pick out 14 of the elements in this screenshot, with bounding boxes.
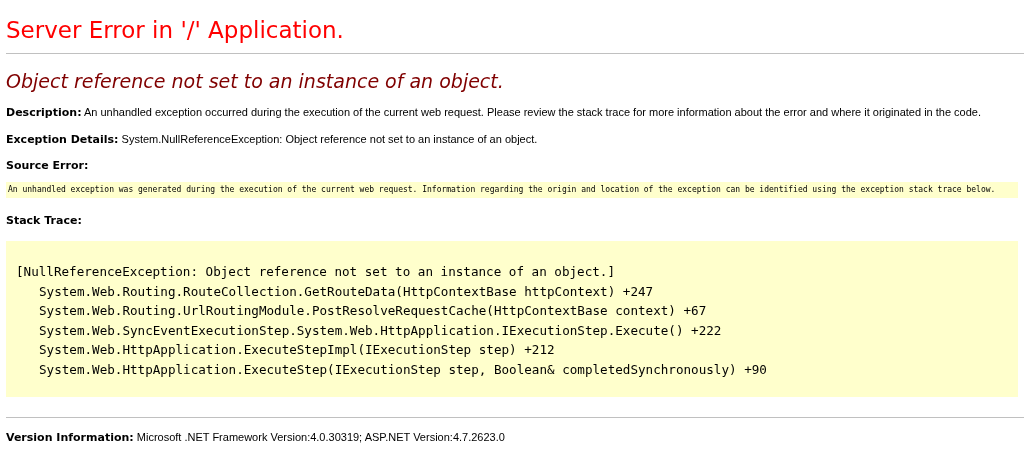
stack-trace-line: System.Web.Routing.UrlRoutingModule.PostResolveRequestCache(HttpContextBase context) +67 [38,302,708,320]
stack-trace-line: System.Web.HttpApplication.ExecuteStep(IExecutionStep step, Boolean& completedSynchronously) +90 [38,360,768,379]
description-text: Description: An unhandled exception occurred during the execution of the current web request. Please review the stack trace for more information about the error and where it originated in the code. [6,105,983,120]
stack-trace-line: System.Web.Routing.RouteCollection.GetRouteData(HttpContextBase httpContext) +247 [38,282,655,301]
exception-details-text: Exception Details: System.NullReferenceException: Object reference not set to an instance of an object. [6,132,539,147]
section-heading: Stack Trace: [6,214,83,228]
stack-trace-line: [NullReferenceException: Object reference not set to an instance of an object.] [16,263,616,281]
section-heading: Source Error: [6,159,90,173]
stack-trace-line: System.Web.HttpApplication.ExecuteStepImpl(IExecutionStep step) +212 [38,341,556,359]
source-error-text: An unhandled exception was generated during the execution of the current web request. Information regarding the origin and location of the exception can be identified using the exception stack trace below. [6,182,1018,198]
page-title: Server Error in '/' Application. [6,16,345,44]
error-message: Object reference not set to an instance of an object. [6,69,505,93]
version-information-text: Version Information: Microsoft .NET Framework Version:4.0.30319; ASP.NET Version:4.7.2623.0 [6,430,506,445]
stack-trace-line: System.Web.SyncEventExecutionStep.System.Web.HttpApplication.IExecutionStep.Execute() +222 [38,321,723,340]
